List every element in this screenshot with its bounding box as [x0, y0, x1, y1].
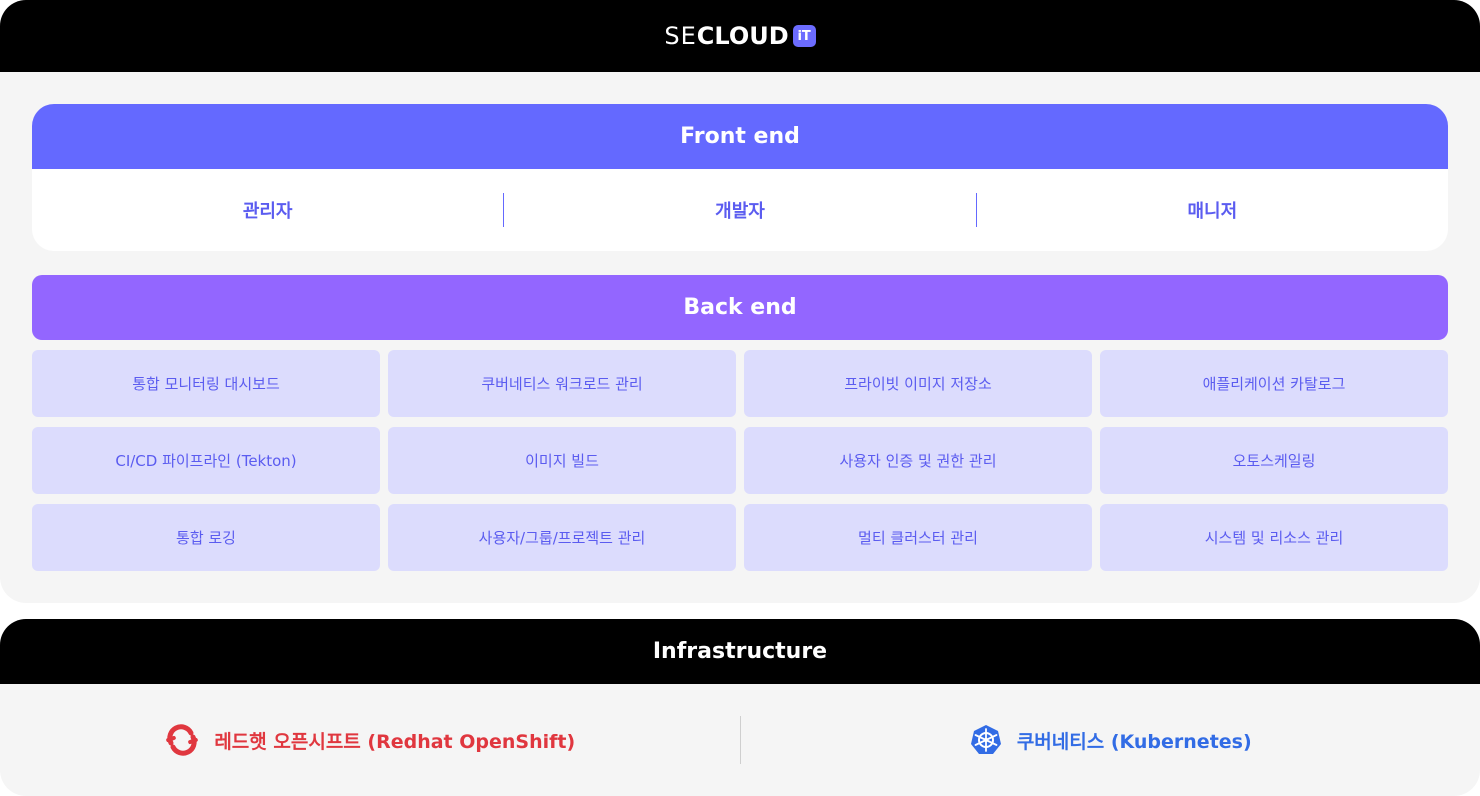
openshift-icon: [164, 722, 200, 758]
role-admin: 관리자: [242, 201, 293, 222]
kubernetes-icon: [969, 723, 1003, 757]
infrastructure-title: Infrastructure: [0, 619, 1480, 684]
architecture-diagram: SE CLOUD iT Front end 관리자 개발자 매니저 Back e…: [0, 0, 1480, 796]
module-private-image-registry: 프라이빗 이미지 저장소: [744, 350, 1092, 417]
module-integrated-logging: 통합 로깅: [32, 504, 380, 571]
logo-cloud-text: CLOUD: [696, 22, 789, 50]
module-user-group-project-management: 사용자/그룹/프로젝트 관리: [388, 504, 736, 571]
role-developer: 개발자: [715, 201, 765, 222]
frontend-panel: Front end 관리자 개발자 매니저: [32, 104, 1448, 251]
module-kubernetes-workload-management: 쿠버네티스 워크로드 관리: [388, 350, 736, 417]
infra-item-kubernetes: 쿠버네티스 (Kubernetes): [741, 723, 1480, 757]
frontend-roles: 관리자 개발자 매니저: [32, 169, 1448, 251]
openshift-label: 레드햇 오픈시프트 (Redhat OpenShift): [214, 730, 576, 753]
module-image-build: 이미지 빌드: [388, 427, 736, 494]
infrastructure-items: 레드햇 오픈시프트 (Redhat OpenShift) 쿠버네티스 (Kube…: [0, 684, 1480, 796]
module-application-catalog: 애플리케이션 카탈로그: [1100, 350, 1448, 417]
kubernetes-label: 쿠버네티스 (Kubernetes): [1016, 730, 1252, 753]
module-multi-cluster-management: 멀티 클러스터 관리: [744, 504, 1092, 571]
logo-se-text: SE: [664, 22, 697, 50]
backend-module-grid: 통합 모니터링 대시보드 쿠버네티스 워크로드 관리 프라이빗 이미지 저장소 …: [32, 350, 1448, 571]
top-header: SE CLOUD iT: [0, 0, 1480, 72]
infrastructure-block: Infrastructure 레드햇 오픈시프트 (Redhat OpenShi…: [0, 619, 1480, 796]
secloud-logo: SE CLOUD iT: [664, 22, 816, 50]
module-autoscaling: 오토스케일링: [1100, 427, 1448, 494]
frontend-title: Front end: [32, 104, 1448, 169]
logo-it-badge: iT: [792, 25, 816, 47]
module-integrated-monitoring-dashboard: 통합 모니터링 대시보드: [32, 350, 380, 417]
module-auth-permission-management: 사용자 인증 및 권한 관리: [744, 427, 1092, 494]
role-manager: 매니저: [1187, 201, 1238, 222]
module-cicd-pipeline: CI/CD 파이프라인 (Tekton): [32, 427, 380, 494]
module-system-resource-management: 시스템 및 리소스 관리: [1100, 504, 1448, 571]
backend-title: Back end: [32, 275, 1448, 340]
infra-item-openshift: 레드햇 오픈시프트 (Redhat OpenShift): [0, 722, 740, 758]
